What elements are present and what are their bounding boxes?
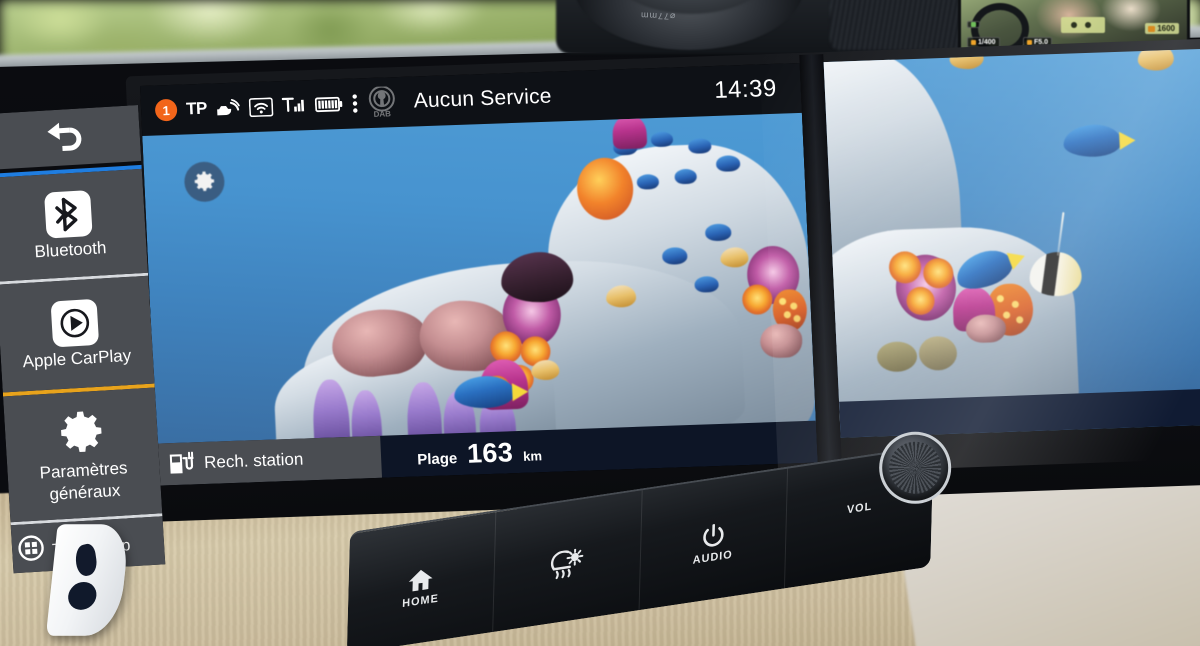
quick-menu-sidebar: Bluetooth Apple CarPlay Paramètres génér…: [0, 105, 166, 574]
clock: 14:39: [713, 74, 778, 104]
fish-blue-7: [704, 223, 732, 242]
carplay-icon: [50, 298, 100, 348]
fish-blue-5: [674, 168, 698, 185]
sidebar-item-bluetooth[interactable]: Bluetooth: [0, 168, 148, 282]
main-display[interactable]: 1 TP DAB Aucun Service 14:39 Rech. stati…: [140, 62, 818, 486]
traffic-signal-icon: [215, 99, 240, 118]
range-value: 163: [466, 436, 514, 469]
sidebar-item-label: Bluetooth: [34, 237, 107, 262]
fish-body: [1062, 123, 1123, 158]
dab-radio-icon: DAB: [366, 86, 397, 119]
back-button[interactable]: [0, 105, 142, 170]
sidebar-item-label-line2: généraux: [48, 480, 121, 504]
more-options-icon[interactable]: [351, 93, 358, 113]
fish-body: [1028, 251, 1083, 298]
fish-blue-8: [661, 247, 688, 265]
fish-body: [719, 246, 749, 268]
battery-icon: [314, 96, 343, 113]
charging-station-icon: [169, 451, 194, 474]
home-button[interactable]: HOME: [346, 512, 497, 646]
wifi-icon: [248, 96, 274, 117]
recharge-station-label: Rech. station: [203, 449, 304, 472]
power-icon: [703, 523, 724, 547]
back-arrow-icon: [47, 122, 82, 152]
defrost-button[interactable]: [492, 490, 643, 632]
aquarium-screensaver[interactable]: [142, 112, 816, 446]
fish-dark: [499, 251, 575, 304]
fish-blue-tang-swimming: [1062, 123, 1136, 158]
defrost-icon: [551, 547, 584, 579]
fish-butterfly-3: [719, 246, 749, 268]
lcd-battery-chip: [967, 21, 980, 28]
tp-icon: TP: [185, 98, 208, 119]
notification-badge[interactable]: 1: [154, 98, 178, 122]
gear-icon: [194, 171, 215, 191]
sidebar-item-label-line1: Paramètres: [39, 457, 128, 483]
range-label: Plage: [416, 449, 458, 469]
iso-value: 1600: [1145, 23, 1179, 34]
fish-body: [605, 284, 637, 308]
fish-butterfly-r2: [1137, 48, 1175, 72]
volume-label: VOL: [846, 500, 873, 517]
fish-moorish-idol: [1028, 212, 1083, 298]
audio-power-button[interactable]: AUDIO: [639, 468, 789, 611]
shutter-icon: [971, 40, 976, 45]
sidebar-item-general-settings[interactable]: Paramètres généraux: [3, 387, 163, 523]
recharge-station-button[interactable]: Rech. station: [156, 435, 383, 486]
fish-tail: [1119, 131, 1136, 150]
dab-label: DAB: [373, 109, 392, 119]
service-status-text: Aucun Service: [413, 84, 553, 113]
sidebar-item-label: Apple CarPlay: [22, 345, 132, 372]
passenger-display[interactable]: [823, 48, 1200, 438]
fish-dorsal-streamer: [1056, 212, 1065, 256]
audio-button-label: AUDIO: [692, 548, 733, 567]
lcd-subject-box: [1061, 17, 1105, 33]
fish-body: [499, 251, 575, 304]
fish-tail: [511, 382, 529, 402]
lens-marking-text: ⌀77mm: [639, 10, 676, 22]
range-unit: km: [522, 447, 543, 464]
infotainment-head-unit: 1 TP DAB Aucun Service 14:39 Rech. stati…: [125, 37, 1200, 523]
fish-blue-6: [636, 173, 660, 190]
settings-fab[interactable]: [183, 161, 226, 203]
shutter-speed-value: 1/400: [978, 39, 996, 46]
fish-blue-tang: [453, 375, 529, 410]
volume-knob[interactable]: [879, 431, 952, 504]
fish-body: [453, 375, 515, 410]
fish-blue-2: [650, 131, 674, 148]
volume-button[interactable]: VOL: [785, 431, 952, 588]
fish-blue-4: [715, 155, 741, 172]
coral-rose-3: [759, 323, 803, 359]
home-icon: [409, 569, 433, 591]
fish-body: [1137, 48, 1175, 72]
range-display: Plage 163 km: [380, 436, 542, 473]
coral-magenta-top: [611, 114, 648, 150]
home-button-label: HOME: [402, 592, 439, 610]
logo-cutout-bottom: [66, 581, 98, 610]
fish-butterfly-1: [605, 284, 637, 308]
all-apps-icon: [17, 534, 45, 566]
screenshot-root: ⌀77mm 1/400 F5.0 1600 1 TP DAB Aucun Ser…: [0, 0, 1200, 646]
logo-cutout-top: [73, 542, 99, 578]
cellular-signal-icon: [281, 96, 306, 115]
gear-icon: [61, 411, 102, 452]
sidebar-item-carplay[interactable]: Apple CarPlay: [0, 275, 155, 393]
coral-rose-right: [965, 313, 1007, 344]
battery-icon: [971, 22, 976, 27]
fish-body: [530, 359, 560, 381]
fish-blue-9: [694, 275, 719, 293]
fish-blue-3: [687, 138, 712, 154]
fish-butterfly-2: [530, 359, 560, 381]
bluetooth-icon: [44, 189, 93, 239]
